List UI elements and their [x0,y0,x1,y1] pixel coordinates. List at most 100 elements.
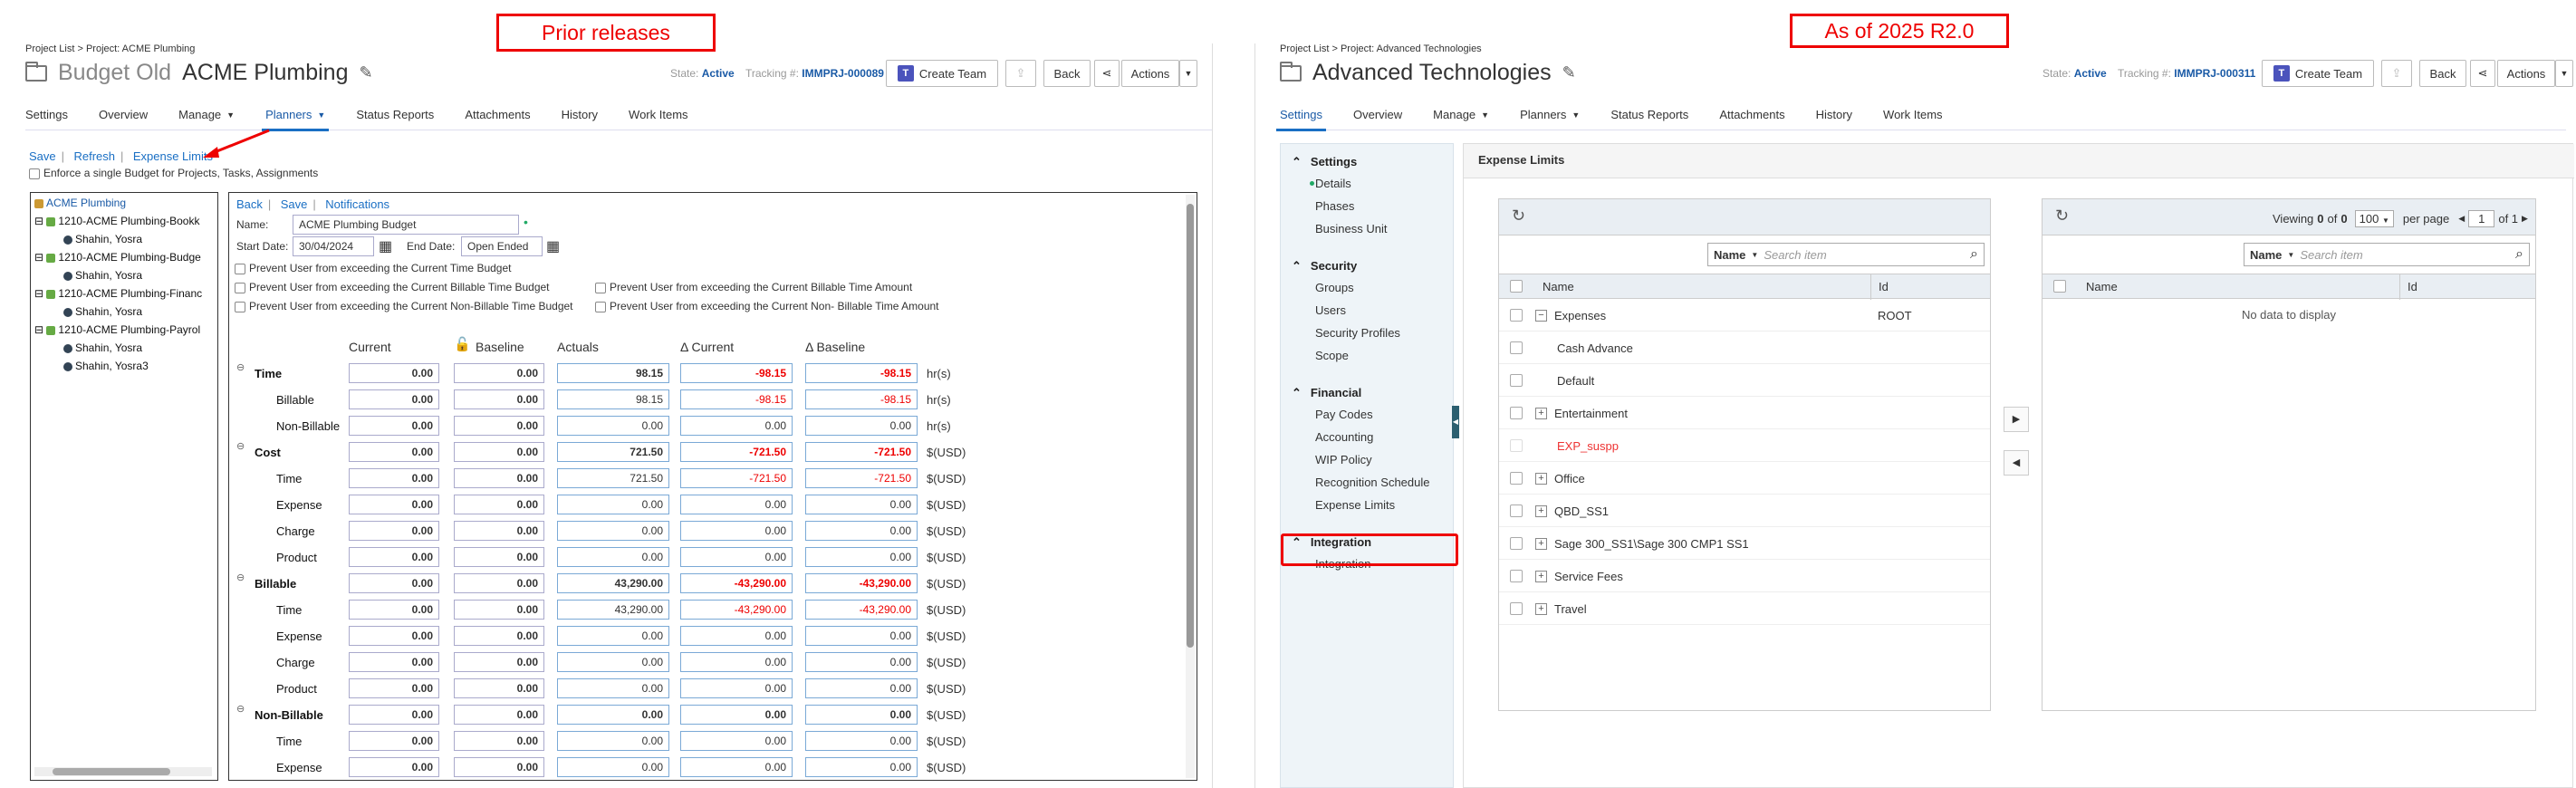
tab-overview[interactable]: Overview [99,100,148,130]
list-item[interactable]: + Entertainment [1499,397,1990,429]
nav-item-groups[interactable]: Groups [1315,281,1354,294]
lock-icon[interactable]: 🔓 [454,336,471,352]
row-checkbox[interactable] [1510,407,1523,419]
search-box[interactable]: Name ▼ Search item ⌕ [2244,243,2530,266]
column-name-header[interactable]: Name [2086,280,2118,293]
list-item[interactable]: EXP_suspp [1499,429,1990,462]
tab-status-reports[interactable]: Status Reports [356,100,434,130]
tree-person[interactable]: Shahin, Yosra [63,305,142,318]
budget-value-field[interactable]: 0.00 [349,600,439,620]
create-team-button[interactable]: T Create Team [2262,60,2374,87]
budget-value-field[interactable]: 0.00 [454,521,544,541]
budget-value-field[interactable]: 0.00 [349,363,439,383]
row-checkbox[interactable] [1510,309,1523,322]
tab-settings[interactable]: Settings [25,100,68,130]
budget-value-field[interactable]: 0.00 [349,389,439,409]
nav-group-financial[interactable]: ⌃ Financial [1292,386,1361,400]
prev-page-icon[interactable]: ◀ [2458,214,2465,224]
save-link[interactable]: Save [29,149,56,163]
page-input[interactable]: 1 [2468,210,2495,227]
enforce-checkbox[interactable] [29,168,40,179]
budget-value-field[interactable]: 0.00 [349,626,439,646]
prevent-option[interactable]: Prevent User from exceeding the Current … [235,300,573,312]
expand-icon[interactable]: + [1535,505,1547,517]
budget-value-field[interactable]: 0.00 [349,521,439,541]
list-item[interactable]: + Office [1499,462,1990,495]
refresh-icon[interactable]: ↻ [2055,207,2069,226]
tab-attachments[interactable]: Attachments [465,100,530,130]
actions-dropdown-icon[interactable]: ▼ [1179,60,1197,87]
actions-button[interactable]: Actions [1121,60,1179,87]
budget-value-field[interactable]: 0.00 [349,705,439,725]
tab-planners[interactable]: Planners ▼ [262,100,330,131]
name-field[interactable]: ACME Plumbing Budget [293,215,519,235]
search-field-select[interactable]: Name [2244,248,2287,262]
row-checkbox[interactable] [1510,570,1523,582]
refresh-link[interactable]: Refresh [73,149,115,163]
enforce-option[interactable]: Enforce a single Budget for Projects, Ta… [29,167,318,179]
budget-value-field[interactable]: 0.00 [349,573,439,593]
collapse-icon[interactable]: ⊖ [236,440,245,452]
nav-item-users[interactable]: Users [1315,303,1346,317]
nav-item-business-unit[interactable]: Business Unit [1315,222,1387,235]
move-left-icon[interactable]: ◀ [2004,450,2029,476]
calendar-icon[interactable]: ▦ [379,237,392,255]
nav-group-security[interactable]: ⌃ Security [1292,259,1357,274]
expand-icon[interactable]: + [1535,473,1547,485]
budget-value-field[interactable]: 0.00 [454,468,544,488]
prevent-option[interactable]: Prevent User from exceeding the Current … [235,281,550,293]
collapse-icon[interactable]: ⊖ [236,361,245,373]
list-item[interactable]: − Expenses ROOT [1499,299,1990,332]
nav-item-wip-policy[interactable]: WIP Policy [1315,453,1372,466]
back-button[interactable]: Back [2419,60,2466,87]
search-box[interactable]: Name ▼ Search item ⌕ [1707,243,1985,266]
column-id-header[interactable]: Id [2399,274,2417,300]
tree-person[interactable]: Shahin, Yosra [63,269,142,282]
move-right-icon[interactable]: ▶ [2004,407,2029,432]
budget-value-field[interactable]: 0.00 [349,757,439,777]
tab-planners[interactable]: Planners ▼ [1520,100,1580,130]
list-item[interactable]: + QBD_SS1 [1499,495,1990,527]
budget-value-field[interactable]: 0.00 [454,573,544,593]
row-checkbox[interactable] [1510,341,1523,354]
budget-value-field[interactable]: 0.00 [349,547,439,567]
nav-item-accounting[interactable]: Accounting [1315,430,1373,444]
end-date-field[interactable]: Open Ended [461,236,543,256]
tab-overview[interactable]: Overview [1353,100,1402,130]
budget-value-field[interactable]: 0.00 [349,416,439,436]
row-checkbox[interactable] [1510,439,1523,452]
budget-value-field[interactable]: 0.00 [454,389,544,409]
start-date-field[interactable]: 30/04/2024 [293,236,374,256]
nav-item-pay-codes[interactable]: Pay Codes [1315,408,1373,421]
expand-icon[interactable]: + [1535,408,1547,419]
tree-person[interactable]: Shahin, Yosra3 [63,360,149,372]
tree-task[interactable]: ⊟ 1210-ACME Plumbing-Budge [34,251,201,264]
collapse-icon[interactable]: ⊖ [236,572,245,583]
budget-value-field[interactable]: 0.00 [454,731,544,751]
pencil-icon[interactable]: ✎ [360,63,373,82]
budget-value-field[interactable]: 0.00 [454,363,544,383]
nav-item-phases[interactable]: Phases [1315,199,1354,213]
select-all-checkbox[interactable] [2053,280,2066,293]
actions-button[interactable]: Actions [2497,60,2555,87]
tab-manage[interactable]: Manage ▼ [178,100,235,130]
breadcrumb[interactable]: Project List > Project: Advanced Technol… [1280,43,1482,54]
column-name-header[interactable]: Name [1543,280,1574,293]
list-item[interactable]: + Service Fees [1499,560,1990,592]
notifications-link[interactable]: Notifications [325,197,389,211]
nav-group-settings[interactable]: ⌃ Settings [1292,155,1357,169]
create-team-button[interactable]: T Create Team [886,60,998,87]
nav-item-security-profiles[interactable]: Security Profiles [1315,326,1400,340]
nav-item-expense-limits[interactable]: Expense Limits [1315,498,1395,512]
tab-settings[interactable]: Settings [1276,100,1326,131]
tree-scrollbar[interactable] [34,767,212,776]
expand-icon[interactable]: + [1535,571,1547,582]
tab-history[interactable]: History [1816,100,1852,130]
row-checkbox[interactable] [1510,505,1523,517]
search-icon[interactable]: ⌕ [2510,246,2529,263]
tab-work-items[interactable]: Work Items [1883,100,1943,130]
budget-value-field[interactable]: 0.00 [454,652,544,672]
row-checkbox[interactable] [1510,374,1523,387]
search-icon[interactable]: ⌕ [1965,246,1984,263]
search-field-select[interactable]: Name [1708,248,1751,262]
